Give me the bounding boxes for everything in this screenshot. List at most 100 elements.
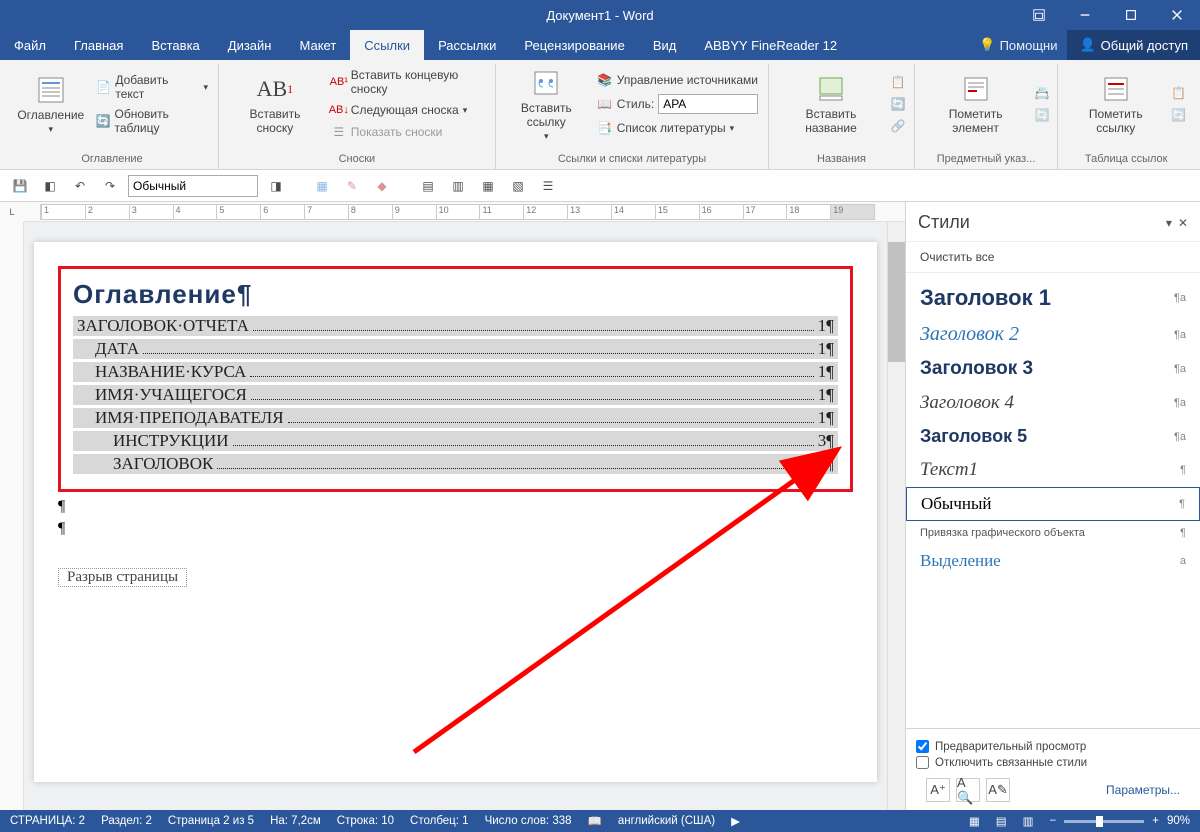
document-page[interactable]: Оглавление¶ ЗАГОЛОВОК·ОТЧЕТА1¶ДАТА1¶НАЗВ… — [34, 242, 877, 782]
status-language[interactable]: английский (США) — [618, 815, 715, 827]
insert-index-icon[interactable]: 📇 — [1034, 86, 1049, 100]
vertical-scrollbar[interactable] — [887, 222, 905, 810]
zoom-value[interactable]: 90% — [1167, 815, 1190, 827]
zoom-in-icon[interactable]: + — [1152, 815, 1159, 827]
show-notes-button[interactable]: ☰Показать сноски — [329, 123, 487, 141]
update-table-button[interactable]: 🔄Обновить таблицу — [94, 106, 210, 136]
style-value-input[interactable] — [658, 94, 758, 114]
insert-footnote-button[interactable]: AB1 Вставить сноску — [227, 64, 323, 144]
style-heading1[interactable]: Заголовок 1¶а — [906, 279, 1200, 317]
status-page[interactable]: СТРАНИЦА: 2 — [10, 815, 85, 827]
style-heading4[interactable]: Заголовок 4¶а — [906, 386, 1200, 420]
toc-entry[interactable]: ЗАГОЛОВОК4¶ — [73, 454, 838, 474]
minimize-icon[interactable] — [1062, 0, 1108, 30]
toc-button[interactable]: Оглавление ▾ — [14, 64, 88, 144]
view-read-icon[interactable]: ▦ — [969, 814, 980, 828]
tab-references[interactable]: Ссылки — [350, 30, 424, 60]
status-at[interactable]: На: 7,2см — [270, 815, 321, 827]
group-label: Ссылки и списки литературы — [504, 151, 760, 169]
tab-review[interactable]: Рецензирование — [510, 30, 638, 60]
horizontal-ruler[interactable]: 12345678910111213141516171819 — [24, 202, 905, 222]
vertical-ruler[interactable] — [0, 222, 24, 810]
style-anchor[interactable]: Привязка графического объекта¶ — [906, 521, 1200, 545]
update-index-icon[interactable]: 🔄 — [1034, 108, 1049, 122]
tab-design[interactable]: Дизайн — [214, 30, 286, 60]
bibliography-button[interactable]: 📑Список литературы▾ — [595, 119, 760, 137]
qat-icon[interactable]: ▤ — [416, 174, 440, 198]
new-style-icon[interactable]: A⁺ — [926, 778, 950, 802]
view-web-icon[interactable]: ▥ — [1023, 814, 1034, 828]
tab-file[interactable]: Файл — [0, 30, 60, 60]
qat-icon[interactable]: ▦ — [310, 174, 334, 198]
clear-all-button[interactable]: Очистить все — [906, 242, 1200, 273]
mark-citation-button[interactable]: Пометить ссылку — [1066, 64, 1165, 144]
qat-icon[interactable]: ✎ — [340, 174, 364, 198]
style-normal[interactable]: Обычный¶ — [906, 487, 1200, 521]
style-heading2[interactable]: Заголовок 2¶а — [906, 317, 1200, 352]
manage-styles-icon[interactable]: A✎ — [986, 778, 1010, 802]
update-toa-icon[interactable]: 🔄 — [1171, 108, 1186, 122]
citation-style-select[interactable]: 📖Стиль: — [595, 93, 760, 115]
toc-entry[interactable]: НАЗВАНИЕ·КУРСА1¶ — [73, 362, 838, 382]
insert-caption-button[interactable]: Вставить название — [777, 64, 885, 144]
next-footnote-button[interactable]: AB↓Следующая сноска▾ — [329, 101, 487, 119]
close-icon[interactable] — [1154, 0, 1200, 30]
tab-home[interactable]: Главная — [60, 30, 137, 60]
style-heading3[interactable]: Заголовок 3¶а — [906, 352, 1200, 386]
style-inspector-icon[interactable]: A🔍 — [956, 778, 980, 802]
zoom-out-icon[interactable]: − — [1050, 815, 1057, 827]
tab-view[interactable]: Вид — [639, 30, 691, 60]
insert-table-figures-icon[interactable]: 📋 — [891, 75, 906, 89]
panel-close-icon[interactable]: ✕ — [1178, 216, 1188, 230]
qat-icon[interactable]: ◨ — [264, 174, 288, 198]
tab-mailings[interactable]: Рассылки — [424, 30, 510, 60]
status-proofing-icon[interactable]: 📖 — [588, 814, 602, 828]
status-macro-icon[interactable]: ▶ — [731, 814, 740, 828]
qat-icon[interactable]: ▧ — [506, 174, 530, 198]
style-selector[interactable] — [128, 175, 258, 197]
status-words[interactable]: Число слов: 338 — [485, 815, 572, 827]
qat-icon[interactable]: ☰ — [536, 174, 560, 198]
save-icon[interactable]: 💾 — [8, 174, 32, 198]
tab-layout[interactable]: Макет — [285, 30, 350, 60]
zoom-control[interactable]: − + 90% — [1050, 815, 1190, 827]
manage-sources-button[interactable]: 📚Управление источниками — [595, 71, 760, 89]
status-column[interactable]: Столбец: 1 — [410, 815, 469, 827]
disable-linked-checkbox[interactable]: Отключить связанные стили — [916, 756, 1190, 769]
tell-me-helper[interactable]: 💡Помощни — [969, 37, 1067, 53]
qat-icon[interactable]: ▥ — [446, 174, 470, 198]
toc-entry[interactable]: ИМЯ·УЧАЩЕГОСЯ1¶ — [73, 385, 838, 405]
insert-citation-button[interactable]: Вставить ссылку ▾ — [504, 64, 589, 144]
view-print-icon[interactable]: ▤ — [996, 814, 1007, 828]
style-highlight[interactable]: Выделениеа — [906, 545, 1200, 577]
update-table-icon[interactable]: 🔄 — [891, 97, 906, 111]
cross-reference-icon[interactable]: 🔗 — [891, 119, 906, 133]
style-text1[interactable]: Текст1¶ — [906, 453, 1200, 487]
qat-icon[interactable]: ◧ — [38, 174, 62, 198]
mark-entry-button[interactable]: Пометить элемент — [923, 64, 1029, 144]
toc-entry[interactable]: ИМЯ·ПРЕПОДАВАТЕЛЯ1¶ — [73, 408, 838, 428]
zoom-slider[interactable] — [1064, 820, 1144, 823]
toc-entry[interactable]: ЗАГОЛОВОК·ОТЧЕТА1¶ — [73, 316, 838, 336]
redo-icon[interactable]: ↷ — [98, 174, 122, 198]
qat-icon[interactable]: ▦ — [476, 174, 500, 198]
toc-entry[interactable]: ИНСТРУКЦИИ3¶ — [73, 431, 838, 451]
ribbon-display-icon[interactable] — [1016, 0, 1062, 30]
maximize-icon[interactable] — [1108, 0, 1154, 30]
status-section[interactable]: Раздел: 2 — [101, 815, 152, 827]
status-line[interactable]: Строка: 10 — [337, 815, 394, 827]
preview-checkbox[interactable]: Предварительный просмотр — [916, 740, 1190, 753]
qat-icon[interactable]: ◆ — [370, 174, 394, 198]
tab-insert[interactable]: Вставка — [137, 30, 213, 60]
panel-parameters-link[interactable]: Параметры... — [1106, 783, 1180, 797]
toc-entry[interactable]: ДАТА1¶ — [73, 339, 838, 359]
status-page-of[interactable]: Страница 2 из 5 — [168, 815, 254, 827]
tab-abbyy[interactable]: ABBYY FineReader 12 — [690, 30, 851, 60]
insert-toa-icon[interactable]: 📋 — [1171, 86, 1186, 100]
style-heading5[interactable]: Заголовок 5¶а — [906, 420, 1200, 453]
share-button[interactable]: 👤Общий доступ — [1067, 30, 1200, 60]
insert-endnote-button[interactable]: AB¹Вставить концевую сноску — [329, 67, 487, 97]
undo-icon[interactable]: ↶ — [68, 174, 92, 198]
panel-options-icon[interactable]: ▾ — [1166, 216, 1172, 230]
add-text-button[interactable]: 📄Добавить текст▾ — [94, 72, 210, 102]
